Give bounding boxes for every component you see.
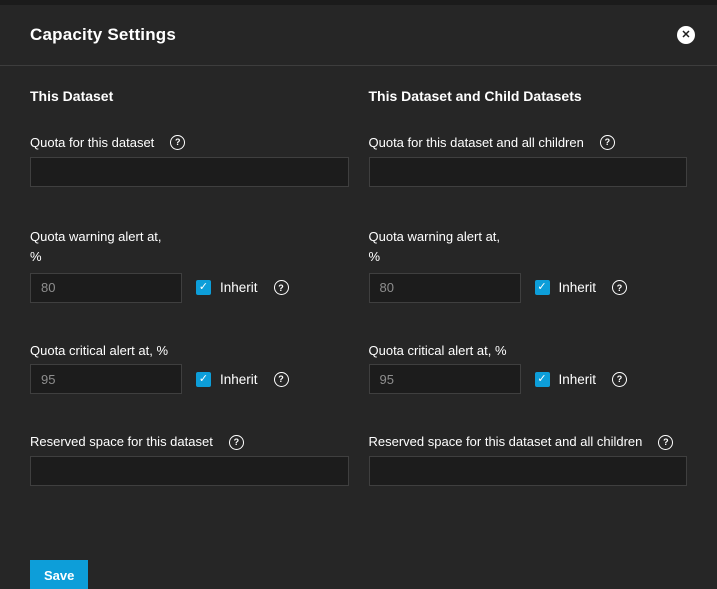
inherit-label: Inherit xyxy=(220,372,258,387)
help-icon[interactable]: ? xyxy=(612,372,627,387)
help-icon[interactable]: ? xyxy=(612,280,627,295)
quota-critical-children-input[interactable] xyxy=(369,364,521,394)
reserved-space-children-field: Reserved space for this dataset and all … xyxy=(369,434,688,486)
field-label-row: Quota warning alert at, % xyxy=(30,227,349,267)
check-icon: ✓ xyxy=(537,282,546,293)
inherit-checkbox[interactable]: ✓ xyxy=(535,372,550,387)
inherit-checkbox[interactable]: ✓ xyxy=(196,280,211,295)
quota-label: Quota for this dataset xyxy=(30,135,154,151)
capacity-settings-dialog: Capacity Settings ✕ This Dataset Quota f… xyxy=(0,0,717,589)
quota-critical-field: Quota critical alert at, % ✓ Inherit ? xyxy=(30,343,349,395)
dialog-footer: Save xyxy=(0,526,717,589)
field-label-row: Reserved space for this dataset and all … xyxy=(369,434,688,450)
child-datasets-column: This Dataset and Child Datasets Quota fo… xyxy=(369,88,688,526)
quota-warning-field: Quota warning alert at, % ✓ Inherit ? xyxy=(30,227,349,303)
help-icon[interactable]: ? xyxy=(229,435,244,450)
quota-warning-children-field: Quota warning alert at, % ✓ Inherit ? xyxy=(369,227,688,303)
quota-critical-children-field: Quota critical alert at, % ✓ Inherit ? xyxy=(369,343,688,395)
field-label-row: Quota warning alert at, % xyxy=(369,227,688,267)
field-label-row: Quota for this dataset ? xyxy=(30,135,349,151)
quota-warning-children-label: Quota warning alert at, % xyxy=(369,227,514,267)
close-icon: ✕ xyxy=(681,30,690,41)
inherit-label: Inherit xyxy=(220,280,258,295)
help-icon[interactable]: ? xyxy=(274,280,289,295)
quota-children-field: Quota for this dataset and all children … xyxy=(369,135,688,187)
reserved-space-field: Reserved space for this dataset ? xyxy=(30,434,349,486)
inherit-label: Inherit xyxy=(559,372,597,387)
quota-critical-children-controls: ✓ Inherit ? xyxy=(369,364,688,394)
quota-field: Quota for this dataset ? xyxy=(30,135,349,187)
quota-warning-controls: ✓ Inherit ? xyxy=(30,273,349,303)
reserved-space-label: Reserved space for this dataset xyxy=(30,434,213,450)
dialog-title: Capacity Settings xyxy=(30,25,176,45)
quota-critical-controls: ✓ Inherit ? xyxy=(30,364,349,394)
help-icon[interactable]: ? xyxy=(274,372,289,387)
field-label-row: Quota critical alert at, % xyxy=(369,343,688,359)
help-icon[interactable]: ? xyxy=(600,135,615,150)
field-label-row: Quota for this dataset and all children … xyxy=(369,135,688,151)
close-button[interactable]: ✕ xyxy=(677,26,695,44)
reserved-space-children-label: Reserved space for this dataset and all … xyxy=(369,434,643,450)
field-label-row: Reserved space for this dataset ? xyxy=(30,434,349,450)
dialog-body: This Dataset Quota for this dataset ? Qu… xyxy=(0,66,717,526)
help-icon[interactable]: ? xyxy=(658,435,673,450)
inherit-checkbox[interactable]: ✓ xyxy=(535,280,550,295)
quota-children-input[interactable] xyxy=(369,157,688,187)
field-label-row: Quota critical alert at, % xyxy=(30,343,349,359)
this-dataset-column: This Dataset Quota for this dataset ? Qu… xyxy=(30,88,349,526)
dialog-header: Capacity Settings ✕ xyxy=(0,5,717,66)
quota-children-label: Quota for this dataset and all children xyxy=(369,135,584,151)
check-icon: ✓ xyxy=(199,374,208,385)
quota-critical-input[interactable] xyxy=(30,364,182,394)
section-heading-child-datasets: This Dataset and Child Datasets xyxy=(369,88,688,104)
quota-warning-label: Quota warning alert at, % xyxy=(30,227,175,267)
quota-critical-children-label: Quota critical alert at, % xyxy=(369,343,507,359)
quota-warning-children-input[interactable] xyxy=(369,273,521,303)
save-button[interactable]: Save xyxy=(30,560,88,589)
help-icon[interactable]: ? xyxy=(170,135,185,150)
quota-warning-input[interactable] xyxy=(30,273,182,303)
inherit-checkbox[interactable]: ✓ xyxy=(196,372,211,387)
inherit-label: Inherit xyxy=(559,280,597,295)
check-icon: ✓ xyxy=(199,282,208,293)
quota-warning-children-controls: ✓ Inherit ? xyxy=(369,273,688,303)
quota-critical-label: Quota critical alert at, % xyxy=(30,343,168,359)
check-icon: ✓ xyxy=(537,374,546,385)
section-heading-this-dataset: This Dataset xyxy=(30,88,349,104)
quota-input[interactable] xyxy=(30,157,349,187)
reserved-space-children-input[interactable] xyxy=(369,456,688,486)
reserved-space-input[interactable] xyxy=(30,456,349,486)
